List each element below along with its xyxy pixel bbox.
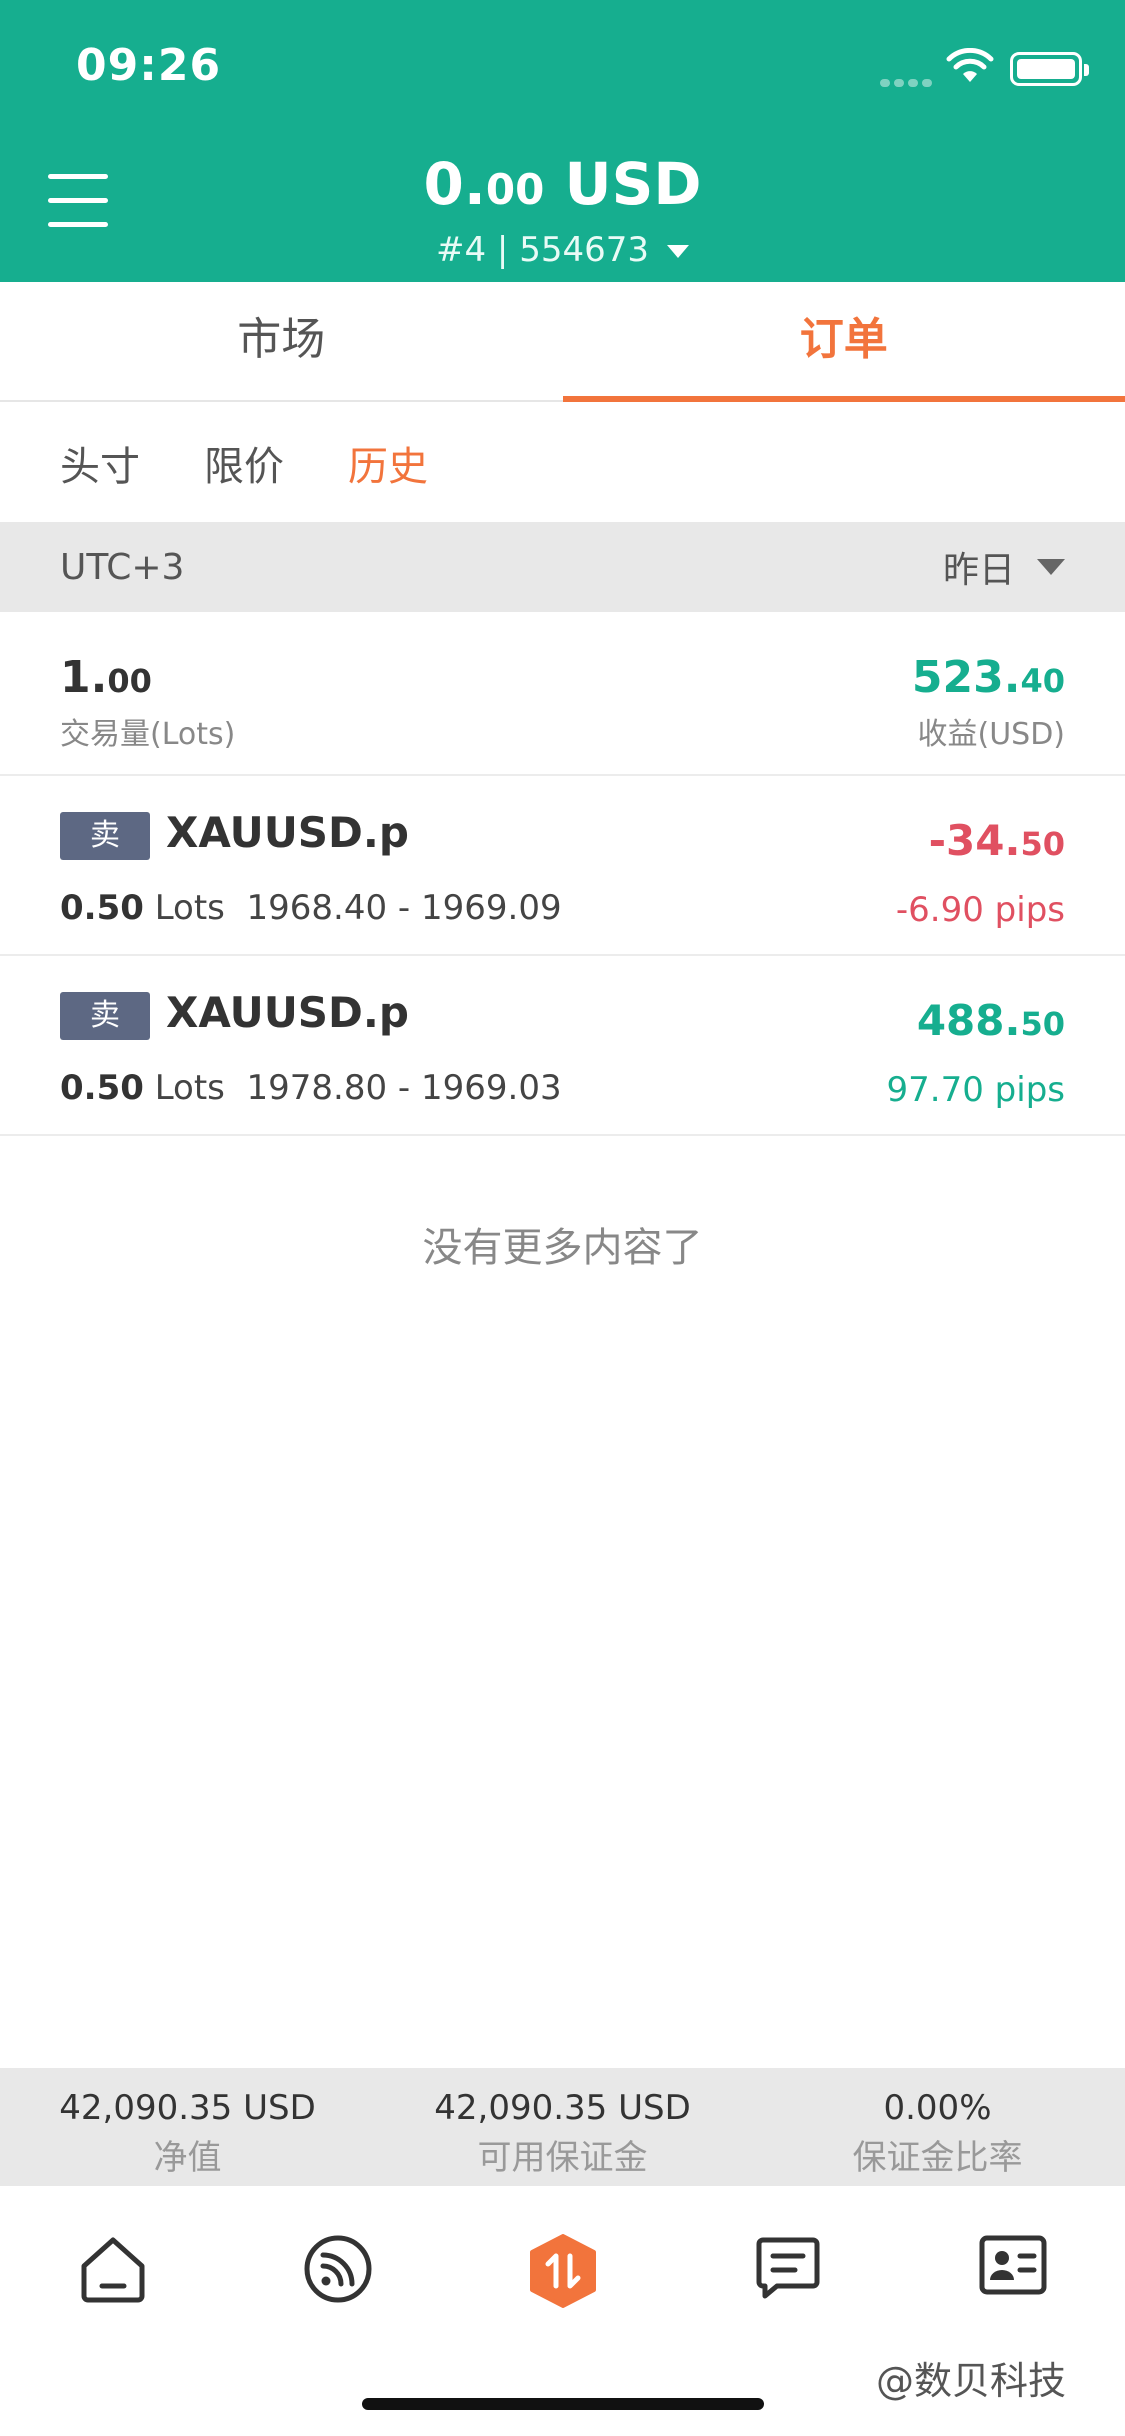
- sub-tabs: 头寸 限价 历史: [0, 404, 1125, 522]
- nav-home[interactable]: [0, 2186, 225, 2356]
- status-time: 09:26: [76, 40, 222, 91]
- watermark: @数贝科技: [876, 2359, 1067, 2403]
- tab-orders[interactable]: 订单: [562, 282, 1125, 402]
- news-icon: [756, 2237, 819, 2299]
- order-profit: 488.50: [916, 996, 1065, 1045]
- nav-trade[interactable]: [450, 2186, 675, 2356]
- subtab-positions[interactable]: 头寸: [60, 434, 140, 492]
- order-row[interactable]: 卖 XAUUSD.p 0.50 Lots 1968.40 - 1969.09 -…: [0, 776, 1125, 956]
- trade-icon: [529, 2234, 596, 2308]
- volume-label: 交易量(Lots): [60, 717, 236, 752]
- subtab-limit[interactable]: 限价: [204, 434, 284, 492]
- stat-equity: 42,090.35 USD 净值: [59, 2088, 316, 2178]
- nav-news[interactable]: [675, 2186, 900, 2356]
- order-lots: 0.50: [60, 888, 144, 928]
- order-price-range: 1978.80 - 1969.03: [246, 1068, 562, 1108]
- account-selector[interactable]: #4 | 554673: [0, 230, 1125, 270]
- side-badge: 卖: [60, 812, 150, 860]
- order-lots: 0.50: [60, 1068, 144, 1108]
- profit-label: 收益(USD): [917, 717, 1065, 752]
- period-dropdown[interactable]: 昨日: [943, 541, 1065, 593]
- order-details: 0.50 Lots 1968.40 - 1969.09: [60, 888, 562, 928]
- cellular-signal-icon: [880, 72, 940, 87]
- wifi-icon: [946, 48, 994, 82]
- caret-down-icon: [666, 245, 689, 258]
- subtab-history[interactable]: 历史: [348, 434, 428, 492]
- side-badge: 卖: [60, 992, 150, 1040]
- nav-feed[interactable]: [225, 2186, 450, 2356]
- timezone-label: UTC+3: [60, 546, 185, 588]
- account-number: #4 | 554673: [436, 230, 649, 270]
- home-icon: [81, 2237, 144, 2303]
- period-label: 昨日: [942, 550, 1015, 591]
- order-profit: -34.50: [928, 816, 1065, 865]
- home-indicator[interactable]: [362, 2398, 764, 2410]
- order-symbol: XAUUSD.p: [166, 808, 409, 857]
- order-details: 0.50 Lots 1978.80 - 1969.03: [60, 1068, 562, 1108]
- app-header: 09:26 0.00 USD #4 | 554673: [0, 0, 1125, 282]
- order-pips: 97.70 pips: [886, 1070, 1065, 1110]
- battery-icon: [1010, 52, 1089, 86]
- order-pips: -6.90 pips: [895, 890, 1065, 930]
- bottom-nav: [0, 2186, 1125, 2356]
- profit-value: 523.40: [911, 652, 1065, 703]
- account-balance: 0.00 USD: [423, 150, 702, 218]
- stat-free-margin: 42,090.35 USD 可用保证金: [434, 2088, 691, 2178]
- order-symbol: XAUUSD.p: [166, 988, 409, 1037]
- history-summary: 1.00 交易量(Lots) 523.40 收益(USD): [0, 612, 1125, 776]
- order-price-range: 1968.40 - 1969.09: [246, 888, 562, 928]
- filter-bar: UTC+3 昨日: [0, 522, 1125, 612]
- feed-icon: [304, 2235, 371, 2303]
- account-stats: 42,090.35 USD 净值 42,090.35 USD 可用保证金 0.0…: [0, 2068, 1125, 2186]
- tab-market[interactable]: 市场: [0, 282, 563, 400]
- main-tabs: 市场 订单: [0, 282, 1125, 402]
- stat-margin-level: 0.00% 保证金比率: [852, 2088, 1023, 2178]
- no-more-content: 没有更多内容了: [422, 1225, 703, 1271]
- volume-value: 1.00: [60, 652, 152, 703]
- order-row[interactable]: 卖 XAUUSD.p 0.50 Lots 1978.80 - 1969.03 4…: [0, 956, 1125, 1136]
- nav-profile[interactable]: [900, 2186, 1125, 2356]
- profile-card-icon: [979, 2235, 1046, 2295]
- caret-down-icon: [1037, 559, 1065, 575]
